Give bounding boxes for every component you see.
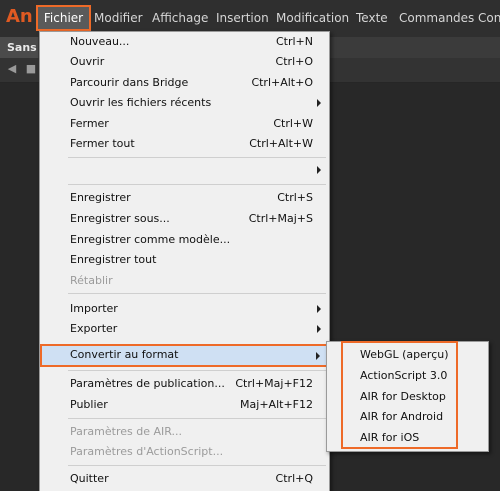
menu-item-parcourir-bridge[interactable]: Parcourir dans Bridge Ctrl+Alt+O	[41, 73, 328, 94]
menu-item-enregistrer-sous[interactable]: Enregistrer sous... Ctrl+Maj+S	[41, 209, 328, 230]
menu-separator	[68, 293, 326, 294]
animate-logo: An	[6, 6, 33, 27]
menu-fichier[interactable]: Fichier	[36, 5, 91, 31]
menu-item-importer[interactable]: Importer	[41, 299, 328, 320]
menu-separator	[68, 184, 326, 185]
menu-item-exporter[interactable]: Exporter	[41, 319, 328, 340]
menu-item-enregistrer[interactable]: Enregistrer Ctrl+S	[41, 188, 328, 209]
menu-item-publier[interactable]: Publier Maj+Alt+F12	[41, 395, 328, 416]
menu-item-parametres-actionscript: Paramètres d'ActionScript...	[70, 445, 224, 458]
menu-separator	[68, 370, 326, 371]
menu-item-enregistrer-tout[interactable]: Enregistrer tout	[41, 250, 328, 271]
menu-insertion[interactable]: Insertion	[216, 11, 269, 25]
submenu-item-actionscript3[interactable]: ActionScript 3.0	[360, 369, 447, 382]
menu-modifier[interactable]: Modifier	[94, 11, 143, 25]
submenu-item-air-desktop[interactable]: AIR for Desktop	[360, 390, 446, 403]
submenu-arrow-icon	[317, 166, 321, 174]
document-tab[interactable]: Sans nom	[0, 37, 38, 58]
submenu-item-air-ios[interactable]: AIR for iOS	[360, 431, 419, 444]
file-menu-dropdown: Nouveau... Ctrl+N Ouvrir Ctrl+O Parcouri…	[39, 31, 330, 491]
menu-controle[interactable]: Cont	[478, 11, 500, 25]
menu-item-parametres-air: Paramètres de AIR...	[70, 425, 182, 438]
menu-item-quitter[interactable]: Quitter Ctrl+Q	[41, 469, 328, 490]
menu-item-fermer-tout[interactable]: Fermer tout Ctrl+Alt+W	[41, 134, 328, 155]
menu-texte[interactable]: Texte	[356, 11, 388, 25]
submenu-arrow-icon	[316, 352, 320, 360]
menu-separator	[68, 465, 326, 466]
submenu-arrow-icon	[317, 325, 321, 333]
menu-item-ouvrir[interactable]: Ouvrir Ctrl+O	[41, 52, 328, 73]
menu-item-fichiers-recents[interactable]: Ouvrir les fichiers récents	[41, 93, 328, 114]
submenu-item-air-android[interactable]: AIR for Android	[360, 410, 443, 423]
submenu-arrow-icon	[317, 99, 321, 107]
menu-item-fermer[interactable]: Fermer Ctrl+W	[41, 114, 328, 135]
menu-separator	[68, 418, 326, 419]
menu-item-nouveau[interactable]: Nouveau... Ctrl+N	[41, 32, 328, 53]
menu-commandes[interactable]: Commandes	[399, 11, 474, 25]
submenu-arrow-icon	[317, 305, 321, 313]
animate-window: An Fichier Modifier Affichage Insertion …	[0, 0, 500, 491]
menu-item-empty-submenu[interactable]	[41, 160, 328, 181]
menu-item-parametres-publication[interactable]: Paramètres de publication... Ctrl+Maj+F1…	[41, 374, 328, 395]
menu-item-convertir-format[interactable]: Convertir au format	[40, 344, 329, 367]
back-arrow-icon[interactable]: ◀	[5, 62, 19, 76]
menu-item-retablir: Rétablir	[70, 274, 113, 287]
menu-separator	[68, 157, 326, 158]
menu-affichage[interactable]: Affichage	[152, 11, 208, 25]
menu-modification[interactable]: Modification	[276, 11, 349, 25]
scene-icon[interactable]: ■	[24, 62, 38, 76]
submenu-item-webgl[interactable]: WebGL (aperçu)	[360, 348, 449, 361]
menu-item-enregistrer-modele[interactable]: Enregistrer comme modèle...	[41, 230, 328, 251]
